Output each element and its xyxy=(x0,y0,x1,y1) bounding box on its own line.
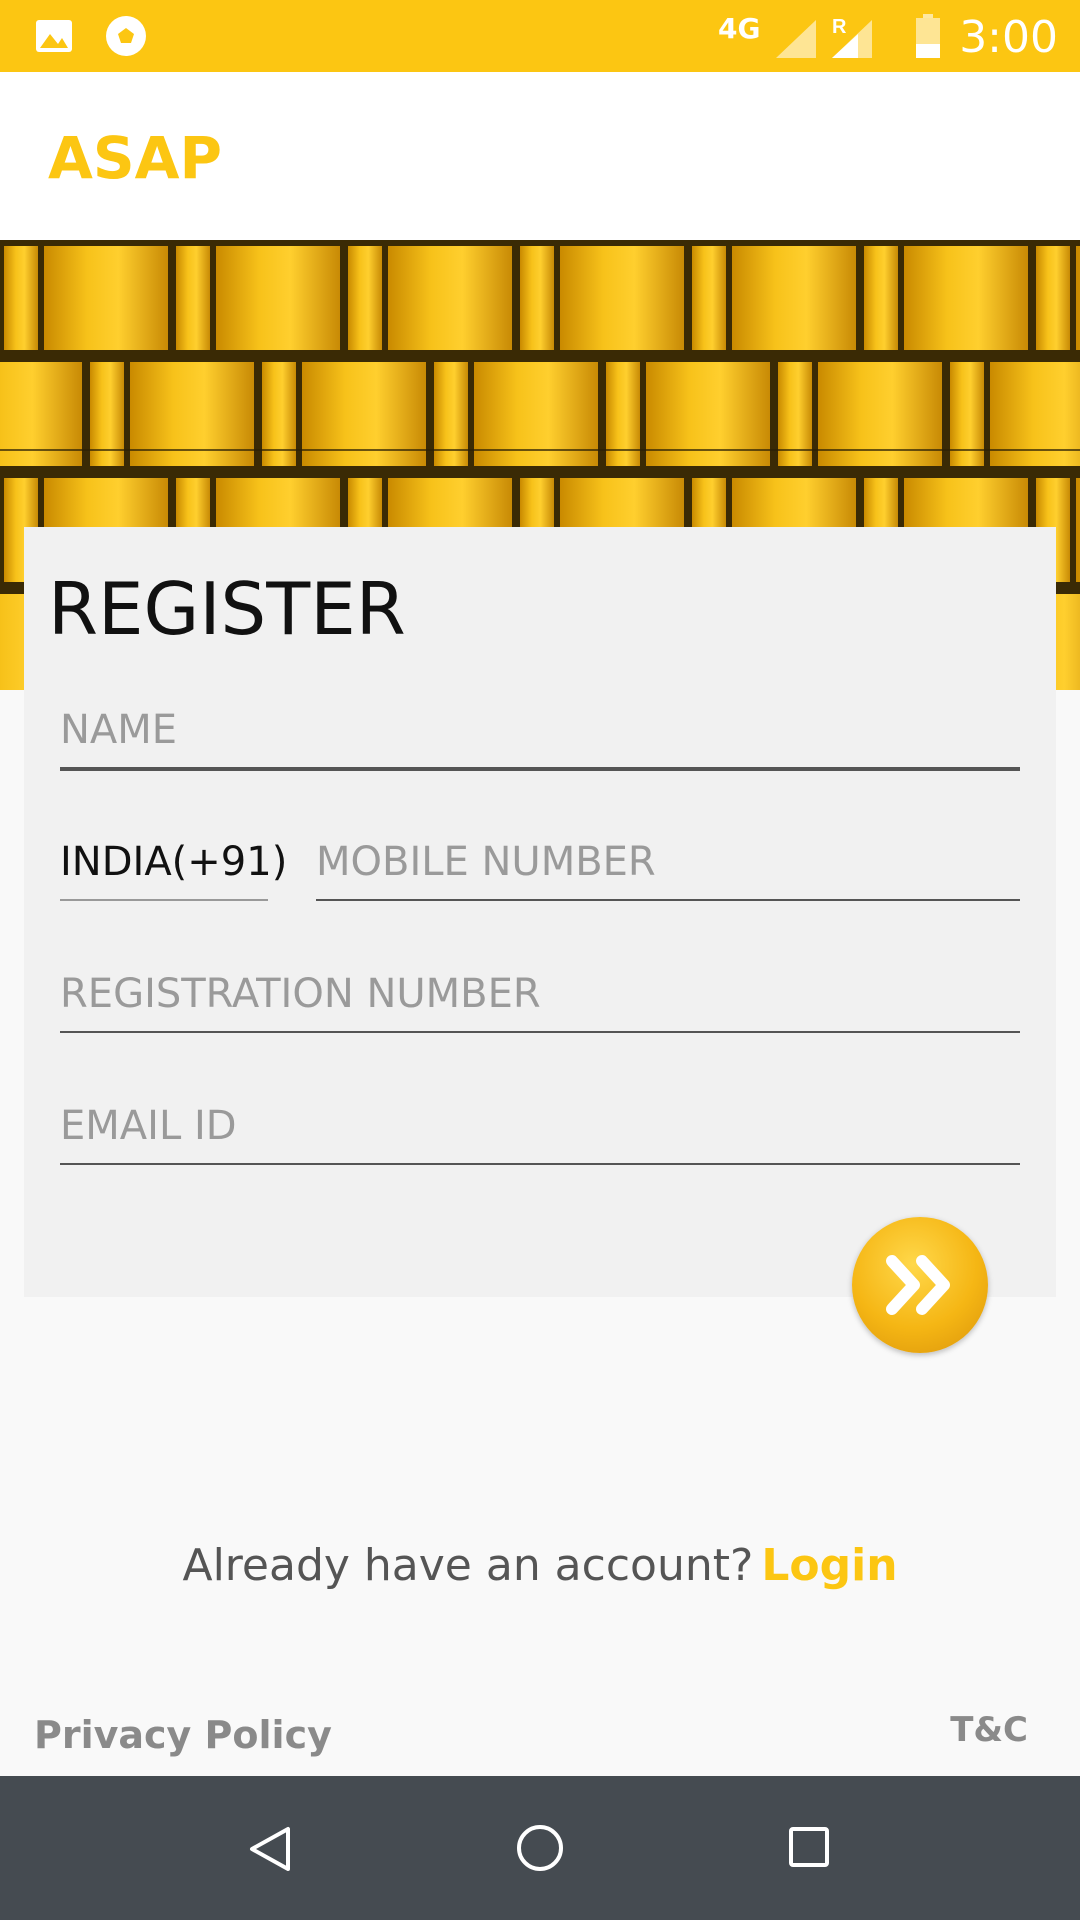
privacy-policy-link[interactable]: Privacy Policy xyxy=(34,1713,332,1757)
clock: 3:00 xyxy=(959,12,1058,63)
home-icon[interactable] xyxy=(516,1824,564,1872)
country-code-selector[interactable]: INDIA(+91) xyxy=(60,839,287,903)
back-icon[interactable] xyxy=(248,1826,292,1872)
account-prompt-text: Already have an account? xyxy=(182,1540,754,1591)
mobile-number-underline xyxy=(316,899,1020,901)
mobile-number-field[interactable]: MOBILE NUMBER xyxy=(316,839,1020,903)
network-type: 4G xyxy=(718,12,761,45)
registration-number-underline xyxy=(60,1031,1020,1033)
signal-icon xyxy=(776,20,816,58)
name-placeholder: NAME xyxy=(60,707,178,753)
roaming-signal-icon xyxy=(832,20,872,58)
app-bar: ASAP xyxy=(0,72,1080,240)
battery-icon xyxy=(916,14,940,58)
recent-apps-icon[interactable] xyxy=(788,1826,830,1868)
double-chevron-right-icon xyxy=(886,1255,950,1315)
register-card: REGISTER NAME INDIA(+91) MOBILE NUMBER R… xyxy=(24,527,1056,1297)
navigation-bar xyxy=(0,1776,1080,1920)
email-underline xyxy=(60,1163,1020,1165)
registration-number-placeholder: REGISTRATION NUMBER xyxy=(60,971,541,1017)
status-bar: 4G R 3:00 xyxy=(0,0,1080,72)
submit-button[interactable] xyxy=(852,1217,988,1353)
name-underline xyxy=(60,767,1020,771)
app-title: ASAP xyxy=(48,124,223,192)
soccer-ball-icon xyxy=(106,16,146,56)
login-prompt: Already have an account? Login xyxy=(0,1540,1080,1591)
email-placeholder: EMAIL ID xyxy=(60,1103,237,1149)
register-title: REGISTER xyxy=(48,567,406,651)
mobile-number-placeholder: MOBILE NUMBER xyxy=(316,839,656,885)
email-field[interactable]: EMAIL ID xyxy=(60,1103,1020,1167)
registration-number-field[interactable]: REGISTRATION NUMBER xyxy=(60,971,1020,1035)
login-link[interactable]: Login xyxy=(761,1540,897,1591)
country-code-underline xyxy=(60,899,268,901)
terms-link[interactable]: T&C xyxy=(950,1710,1028,1750)
image-icon xyxy=(36,20,72,52)
country-code-value: INDIA(+91) xyxy=(60,839,288,885)
name-field[interactable]: NAME xyxy=(60,707,1020,771)
